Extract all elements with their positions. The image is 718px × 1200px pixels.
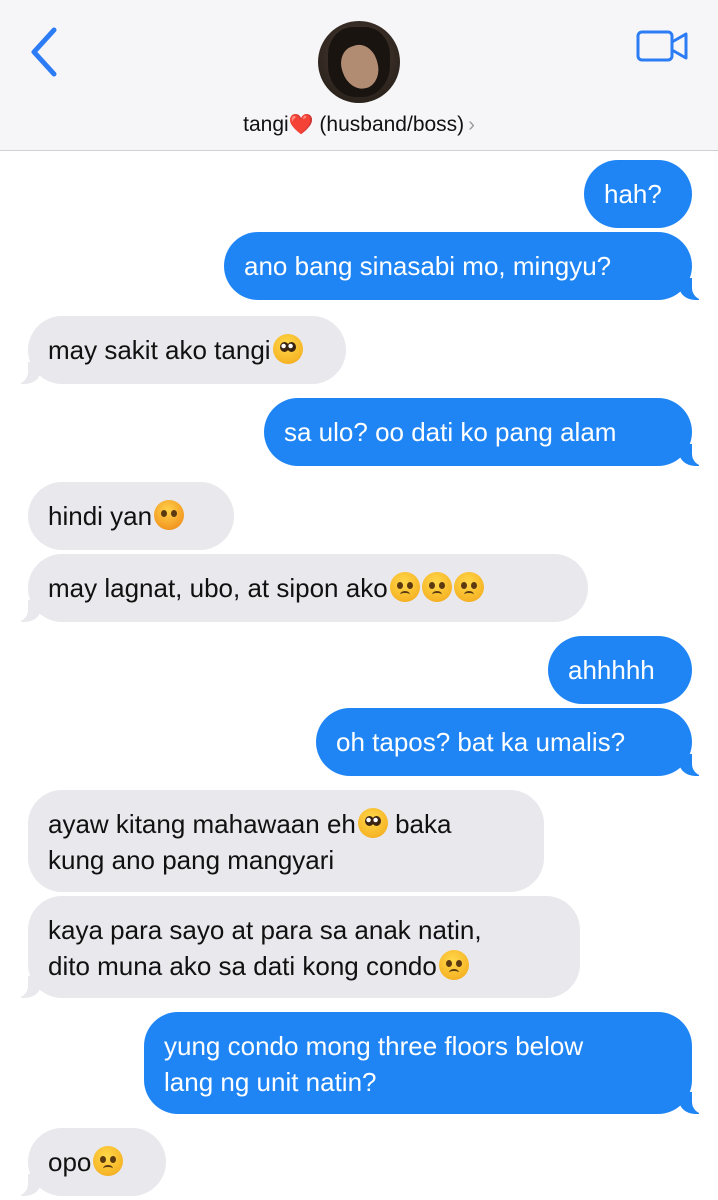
message-text: opo	[48, 1147, 92, 1177]
message-text: ano bang sinasabi mo, mingyu?	[244, 251, 612, 281]
disappointed-face-icon	[438, 950, 469, 980]
message-line: lang ng unit natin?	[164, 1067, 377, 1097]
message-text: sa ulo? oo dati ko pang alam	[284, 417, 617, 447]
message-text: hindi yan	[48, 501, 153, 531]
contact-subtitle: (husband/boss)	[319, 113, 465, 136]
disappointed-face-icon	[421, 572, 452, 602]
message-line: dito muna ako sa dati kong condo	[48, 948, 560, 984]
message-bubble-incoming[interactable]: opo	[6, 1128, 166, 1196]
message-text: may sakit ako tangi	[48, 335, 271, 365]
contact-name: tangi	[243, 113, 289, 136]
pleading-face-icon	[272, 334, 303, 364]
contact-name-button[interactable]: tangi❤️ (husband/boss) ›	[0, 112, 718, 137]
angry-face-icon	[154, 500, 185, 530]
conversation-header: tangi❤️ (husband/boss) ›	[0, 0, 718, 151]
message-text: oh tapos? bat ka umalis?	[336, 727, 626, 757]
video-camera-icon[interactable]	[634, 26, 690, 66]
message-line: kaya para sayo at para sa anak natin,	[48, 915, 482, 945]
message-bubble-outgoing[interactable]: ahhhhh	[548, 636, 692, 704]
disappointed-face-icon	[93, 1146, 124, 1176]
message-bubble-outgoing[interactable]: hah?	[584, 160, 692, 228]
message-line: kung ano pang mangyari	[48, 845, 335, 875]
message-bubble-incoming[interactable]: may sakit ako tangi	[6, 316, 346, 384]
disappointed-face-icon	[453, 572, 484, 602]
chevron-right-icon: ›	[468, 114, 475, 136]
back-chevron-icon[interactable]	[26, 24, 66, 80]
disappointed-face-icon	[389, 572, 420, 602]
message-bubble-outgoing[interactable]: sa ulo? oo dati ko pang alam	[264, 398, 714, 466]
message-line: ayaw kitang mahawaan eh baka	[48, 806, 524, 842]
message-bubble-outgoing[interactable]: ano bang sinasabi mo, mingyu?	[224, 232, 714, 300]
message-text: baka	[387, 809, 452, 839]
red-heart-icon: ❤️	[288, 114, 314, 136]
message-text: ayaw kitang mahawaan eh	[48, 809, 356, 839]
message-text: may lagnat, ubo, at sipon ako	[48, 573, 388, 603]
message-bubble-incoming[interactable]: kaya para sayo at para sa anak natin, di…	[6, 896, 580, 998]
message-text: dito muna ako sa dati kong condo	[48, 951, 437, 981]
message-bubble-incoming[interactable]: may lagnat, ubo, at sipon ako	[6, 554, 588, 622]
message-bubble-incoming[interactable]: ayaw kitang mahawaan eh baka kung ano pa…	[28, 790, 544, 892]
message-text: hah?	[604, 179, 662, 209]
message-line: yung condo mong three floors below	[164, 1031, 584, 1061]
message-text: ahhhhh	[568, 655, 655, 685]
message-bubble-incoming[interactable]: hindi yan	[28, 482, 234, 550]
message-bubble-outgoing[interactable]: yung condo mong three floors below lang …	[144, 1012, 714, 1114]
contact-avatar[interactable]	[318, 21, 400, 103]
pleading-face-icon	[357, 808, 388, 838]
message-bubble-outgoing[interactable]: oh tapos? bat ka umalis?	[316, 708, 714, 776]
